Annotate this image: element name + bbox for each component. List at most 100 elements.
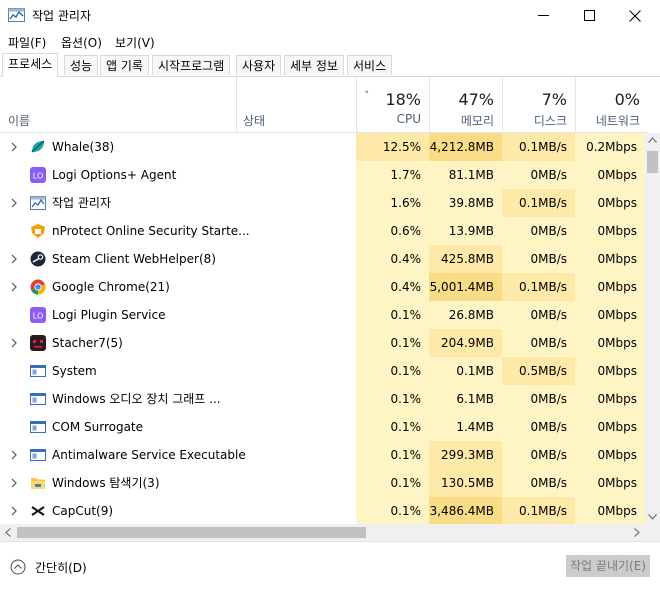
disk-cell: 0MB/s	[502, 385, 575, 413]
header-disk-label: 디스크	[533, 114, 567, 128]
process-name: 작업 관리자	[52, 196, 112, 210]
cpu-cell: 0.6%	[356, 217, 429, 245]
cpu-cell: 12.5%	[356, 133, 429, 161]
memory-cell: 204.9MB	[429, 329, 502, 357]
disk-cell: 0MB/s	[502, 161, 575, 189]
minimize-button[interactable]	[520, 0, 566, 31]
network-cell: 0.2Mbps	[575, 133, 645, 161]
memory-cell: 13.9MB	[429, 217, 502, 245]
vertical-scrollbar[interactable]	[645, 133, 660, 524]
expand-chevron-icon[interactable]	[9, 282, 19, 292]
process-row[interactable]: Google Chrome(21) 0.4% 5,001.4MB 0.1MB/s 0Mb…	[0, 273, 645, 301]
horizontal-scroll-thumb[interactable]	[17, 527, 366, 538]
network-cell: 0Mbps	[575, 357, 645, 385]
tab-app-history[interactable]: 앱 기록	[100, 55, 149, 75]
header-network[interactable]: 0% 네트워크	[575, 77, 648, 132]
svg-text:LO: LO	[33, 172, 43, 181]
process-row[interactable]: Whale(38) 12.5% 4,212.8MB 0.1MB/s 0.2Mbps	[0, 133, 645, 161]
scroll-left-icon[interactable]	[5, 528, 11, 537]
expand-chevron-icon[interactable]	[9, 478, 19, 488]
process-row[interactable]: Windows 탐색기(3) 0.1% 130.5MB 0MB/s 0Mbps	[0, 469, 645, 497]
task-manager-icon	[30, 195, 46, 211]
tab-performance[interactable]: 성능	[64, 55, 99, 75]
close-button[interactable]	[612, 0, 658, 31]
system-window-icon	[30, 391, 46, 407]
footer: 간단히(D) 작업 끝내기(E)	[0, 541, 660, 592]
header-status-label: 상태	[243, 114, 266, 128]
chrome-icon	[30, 279, 46, 295]
tab-processes[interactable]: 프로세스	[2, 53, 59, 77]
cpu-cell: 0.1%	[356, 441, 429, 469]
process-row[interactable]: Stacher7(5) 0.1% 204.9MB 0MB/s 0Mbps	[0, 329, 645, 357]
cpu-cell: 0.1%	[356, 357, 429, 385]
expand-chevron-icon[interactable]	[9, 254, 19, 264]
network-cell: 0Mbps	[575, 385, 645, 413]
disk-cell: 0.1MB/s	[502, 497, 575, 524]
expand-chevron-icon[interactable]	[9, 506, 19, 516]
header-cpu-pct: 18%	[385, 90, 421, 109]
menu-options[interactable]: 옵션(O)	[61, 34, 102, 51]
collapse-circle-icon	[10, 559, 26, 575]
title-bar[interactable]: 작업 관리자	[0, 0, 660, 31]
expand-chevron-icon[interactable]	[9, 142, 19, 152]
disk-cell: 0MB/s	[502, 217, 575, 245]
process-row[interactable]: LO Logi Plugin Service 0.1% 26.8MB 0MB/s 0Mbp…	[0, 301, 645, 329]
process-row[interactable]: Antimalware Service Executable 0.1% 299.3M…	[0, 441, 645, 469]
expand-chevron-icon[interactable]	[9, 338, 19, 348]
process-name: COM Surrogate	[52, 420, 144, 434]
task-manager-icon	[8, 8, 25, 22]
fewer-details-button[interactable]: 간단히(D)	[10, 558, 87, 576]
steam-icon	[30, 251, 46, 267]
expand-chevron-icon[interactable]	[9, 450, 19, 460]
cpu-cell: 1.7%	[356, 161, 429, 189]
tab-details[interactable]: 세부 정보	[284, 55, 344, 75]
fewer-details-label: 간단히(D)	[35, 560, 87, 575]
header-status[interactable]: 상태	[236, 77, 356, 132]
memory-cell: 1.4MB	[429, 413, 502, 441]
memory-cell: 6.1MB	[429, 385, 502, 413]
menu-view[interactable]: 보기(V)	[115, 34, 155, 51]
memory-cell: 425.8MB	[429, 245, 502, 273]
header-cpu-label: CPU	[396, 112, 421, 126]
process-row[interactable]: 작업 관리자 1.6% 39.8MB 0.1MB/s 0Mbps	[0, 189, 645, 217]
header-cpu[interactable]: ˅ 18% CPU	[356, 77, 429, 132]
network-cell: 0Mbps	[575, 329, 645, 357]
horizontal-scrollbar[interactable]	[0, 524, 645, 541]
whale-icon	[30, 139, 46, 155]
maximize-icon	[583, 10, 595, 21]
tab-services[interactable]: 서비스	[347, 55, 393, 75]
disk-cell: 0.1MB/s	[502, 133, 575, 161]
tab-users[interactable]: 사용자	[236, 55, 282, 75]
header-name[interactable]: 이름	[0, 77, 236, 132]
header-memory[interactable]: 47% 메모리	[429, 77, 502, 132]
scroll-right-icon[interactable]	[634, 528, 640, 537]
process-row[interactable]: System 0.1% 0.1MB 0.5MB/s 0Mbps	[0, 357, 645, 385]
memory-cell: 130.5MB	[429, 469, 502, 497]
disk-cell: 0MB/s	[502, 469, 575, 497]
process-row[interactable]: LO Logi Options+ Agent 1.7% 81.1MB 0MB/s 0Mbp…	[0, 161, 645, 189]
memory-cell: 0.1MB	[429, 357, 502, 385]
process-row[interactable]: COM Surrogate 0.1% 1.4MB 0MB/s 0Mbps	[0, 413, 645, 441]
system-window-icon	[30, 419, 46, 435]
scroll-down-icon[interactable]	[648, 514, 657, 520]
header-disk[interactable]: 7% 디스크	[502, 77, 575, 132]
process-row[interactable]: CapCut(9) 0.1% 3,486.4MB 0.1MB/s 0Mbps	[0, 497, 645, 524]
end-task-button[interactable]: 작업 끝내기(E)	[566, 555, 650, 577]
cpu-cell: 1.6%	[356, 189, 429, 217]
process-row[interactable]: Windows 오디오 장치 그래프 ... 0.1% 6.1MB 0MB/s 0Mbp…	[0, 385, 645, 413]
memory-cell: 5,001.4MB	[429, 273, 502, 301]
cpu-cell: 0.1%	[356, 385, 429, 413]
process-row[interactable]: nProtect Online Security Starte... 0.6% 13…	[0, 217, 645, 245]
vertical-scroll-thumb[interactable]	[647, 151, 658, 173]
menu-file[interactable]: 파일(F)	[8, 34, 46, 51]
nprotect-icon	[30, 223, 46, 239]
process-row[interactable]: Steam Client WebHelper(8) 0.4% 425.8MB 0MB/…	[0, 245, 645, 273]
expand-chevron-icon[interactable]	[9, 198, 19, 208]
maximize-button[interactable]	[566, 0, 612, 31]
network-cell: 0Mbps	[575, 497, 645, 524]
scroll-up-icon[interactable]	[648, 137, 657, 143]
process-name: System	[52, 364, 97, 378]
tab-startup[interactable]: 시작프로그램	[152, 55, 231, 75]
header-network-pct: 0%	[614, 90, 640, 109]
network-cell: 0Mbps	[575, 469, 645, 497]
